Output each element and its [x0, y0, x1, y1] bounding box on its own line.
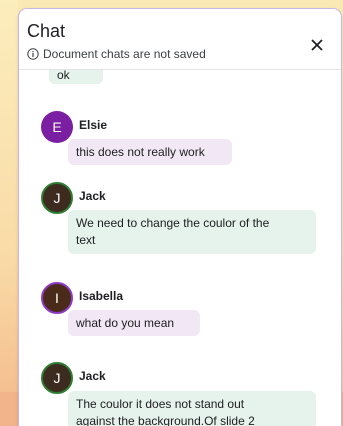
avatar[interactable]: E	[41, 111, 73, 143]
message-bubble: We need to change the coulor of the text	[68, 210, 316, 254]
background-left-strip	[0, 0, 18, 426]
notice: Document chats are not saved	[27, 47, 206, 61]
close-button[interactable]	[307, 37, 327, 57]
sender-name: Isabella	[79, 289, 124, 303]
sender-name: Elsie	[79, 118, 108, 132]
avatar[interactable]: I	[41, 282, 73, 314]
sender-name: Jack	[79, 369, 106, 383]
message-list: ok E Elsie this does not really work J J…	[19, 70, 341, 426]
chat-panel: Chat Document chats are not saved ok E E…	[18, 8, 342, 426]
notice-text: Document chats are not saved	[43, 47, 206, 61]
message-bubble: what do you mean	[68, 310, 200, 336]
info-icon	[27, 48, 39, 60]
message-bubble: this does not really work	[68, 139, 232, 165]
avatar[interactable]: J	[41, 362, 73, 394]
chat-header: Chat Document chats are not saved	[19, 9, 341, 70]
message-bubble: ok	[49, 70, 103, 84]
message-bubble: The coulor it does not stand out against…	[68, 391, 316, 426]
close-icon	[310, 38, 324, 57]
sender-name: Jack	[79, 189, 106, 203]
avatar[interactable]: J	[41, 182, 73, 214]
chat-title: Chat	[27, 21, 66, 41]
